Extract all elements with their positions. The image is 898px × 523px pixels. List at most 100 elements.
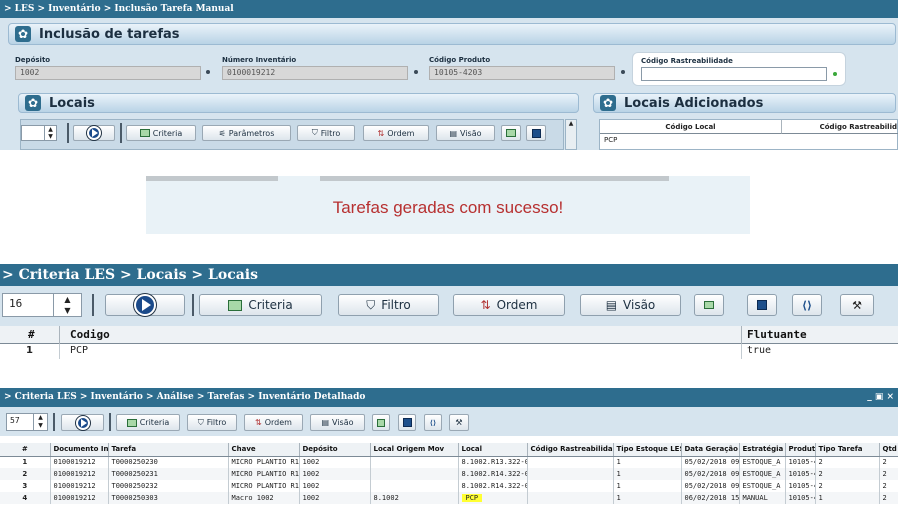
execute-button[interactable]: [61, 414, 104, 431]
table-cell[interactable]: 1: [815, 492, 880, 504]
table-cell[interactable]: T0000250231: [108, 468, 229, 480]
spinner-arrows-icon[interactable]: ▲ ▼: [53, 294, 81, 316]
table-cell[interactable]: 2: [815, 456, 880, 468]
column-header[interactable]: Tarefa: [108, 443, 229, 457]
column-header[interactable]: Depósito: [299, 443, 371, 457]
parametros-button[interactable]: ⚟ Parâmetros: [202, 125, 291, 141]
table-cell[interactable]: Macro 1002: [228, 492, 300, 504]
column-header[interactable]: Qtd: [879, 443, 898, 457]
column-header[interactable]: Estratégia: [739, 443, 786, 457]
code-view-button[interactable]: ⟨⟩: [792, 294, 822, 316]
save-button[interactable]: [526, 125, 546, 141]
table-cell[interactable]: 0100019212: [50, 480, 109, 492]
table-cell[interactable]: 1: [613, 480, 682, 492]
table-cell[interactable]: [370, 456, 459, 468]
column-header[interactable]: Código Local: [600, 120, 782, 134]
table-cell[interactable]: 05/02/2018 09: [681, 480, 740, 492]
column-header[interactable]: Produto: [785, 443, 816, 457]
column-header[interactable]: #: [0, 443, 51, 457]
save-button[interactable]: [398, 414, 416, 431]
table-cell[interactable]: 1: [613, 492, 682, 504]
export-button[interactable]: [694, 294, 724, 316]
code-view-button[interactable]: ⟨⟩: [424, 414, 442, 431]
column-header[interactable]: Data Geração: [681, 443, 740, 457]
save-button[interactable]: [747, 294, 777, 316]
table-cell[interactable]: 05/02/2018 09: [681, 468, 740, 480]
execute-button[interactable]: [73, 125, 115, 141]
table-cell[interactable]: 1002: [299, 456, 371, 468]
numero-inventario-field[interactable]: 0100019212: [222, 66, 408, 80]
table-cell[interactable]: MICRO PLANTIO R1: [228, 480, 300, 492]
table-cell[interactable]: T0000250303: [108, 492, 229, 504]
table-cell[interactable]: 2: [879, 456, 898, 468]
table-cell[interactable]: 2: [879, 480, 898, 492]
filtro-button[interactable]: ⛉ Filtro: [297, 125, 355, 141]
table-cell[interactable]: 1002: [299, 492, 371, 504]
table-cell[interactable]: ESTOQUE_A: [739, 456, 786, 468]
flutuante-cell[interactable]: true: [747, 345, 771, 356]
spinner-arrows-icon[interactable]: ▲ ▼: [33, 414, 47, 430]
table-cell[interactable]: 2: [879, 492, 898, 504]
table-row[interactable]: 1 0100019212 T0000250230 MICRO PLANTIO R…: [0, 456, 898, 468]
table-row[interactable]: 1 PCP true: [0, 344, 898, 359]
execute-button[interactable]: [105, 294, 185, 316]
window-controls[interactable]: _ ▣ ×: [867, 388, 894, 407]
table-cell[interactable]: [527, 492, 614, 504]
table-cell[interactable]: T0000250230: [108, 456, 229, 468]
column-header[interactable]: Tipo Estoque LES: [613, 443, 682, 457]
table-cell[interactable]: 8.1002.R14.322-0: [458, 480, 528, 492]
table-row[interactable]: 4 0100019212 T0000250303 Macro 1002 1002…: [0, 492, 898, 504]
table-cell[interactable]: 0100019212: [50, 456, 109, 468]
export-button[interactable]: [372, 414, 390, 431]
table-cell[interactable]: 8.1002.R13.322-0: [458, 456, 528, 468]
table-cell[interactable]: 8.1002.R14.322-0: [458, 468, 528, 480]
table-cell[interactable]: MANUAL: [739, 492, 786, 504]
table-cell[interactable]: 10105-420: [785, 492, 816, 504]
codigo-rastreabilidade-input[interactable]: [641, 67, 827, 81]
table-cell[interactable]: [370, 480, 459, 492]
table-cell[interactable]: 0100019212: [50, 492, 109, 504]
table-cell[interactable]: 8.1002: [370, 492, 459, 504]
column-header[interactable]: Tipo Tarefa: [815, 443, 880, 457]
table-cell[interactable]: MICRO PLANTIO R1: [228, 468, 300, 480]
table-cell[interactable]: [527, 456, 614, 468]
column-header[interactable]: Código Rastreabilid: [782, 120, 898, 134]
criteria-button[interactable]: Criteria: [126, 125, 196, 141]
table-row[interactable]: 3 0100019212 T0000250232 MICRO PLANTIO R…: [0, 480, 898, 492]
column-header[interactable]: Flutuante: [747, 328, 807, 341]
table-cell[interactable]: T0000250232: [108, 480, 229, 492]
table-cell[interactable]: 1002: [299, 480, 371, 492]
column-header[interactable]: Local Origem Mov: [370, 443, 459, 457]
table-cell[interactable]: 10105-420: [785, 480, 816, 492]
table-cell[interactable]: 2: [815, 468, 880, 480]
table-cell[interactable]: ESTOQUE_A: [739, 480, 786, 492]
filtro-button[interactable]: ⛉ Filtro: [187, 414, 237, 431]
column-header[interactable]: #: [28, 328, 35, 341]
table-cell[interactable]: 10105-420: [785, 468, 816, 480]
column-header[interactable]: Chave: [228, 443, 300, 457]
table-cell[interactable]: 1: [613, 468, 682, 480]
ordem-button[interactable]: ⇅ Ordem: [363, 125, 429, 141]
deposito-field[interactable]: 1002: [15, 66, 201, 80]
ordem-button[interactable]: ⇅ Ordem: [453, 294, 565, 316]
ordem-button[interactable]: ⇅ Ordem: [244, 414, 303, 431]
codigo-produto-field[interactable]: 10105-4203: [429, 66, 615, 80]
table-cell[interactable]: [370, 468, 459, 480]
scrollbar[interactable]: ▲: [565, 119, 577, 150]
visao-button[interactable]: ▤ Visão: [436, 125, 495, 141]
table-cell[interactable]: 06/02/2018 15: [681, 492, 740, 504]
criteria-button[interactable]: Criteria: [199, 294, 322, 316]
codigo-cell[interactable]: PCP: [70, 345, 88, 356]
table-cell[interactable]: PCP: [604, 136, 617, 144]
page-size-spinner[interactable]: ▲ ▼: [21, 125, 57, 141]
table-row[interactable]: 2 0100019212 T0000250231 MICRO PLANTIO R…: [0, 468, 898, 480]
table-cell[interactable]: 2: [879, 468, 898, 480]
column-header[interactable]: Código Rastreabilida: [527, 443, 614, 457]
visao-button[interactable]: ▤ Visão: [580, 294, 681, 316]
settings-button[interactable]: ⚒: [449, 414, 469, 431]
visao-button[interactable]: ▤ Visão: [310, 414, 365, 431]
table-cell[interactable]: 0100019212: [50, 468, 109, 480]
table-cell[interactable]: 1: [613, 456, 682, 468]
table-cell[interactable]: [527, 480, 614, 492]
criteria-button[interactable]: Criteria: [116, 414, 180, 431]
